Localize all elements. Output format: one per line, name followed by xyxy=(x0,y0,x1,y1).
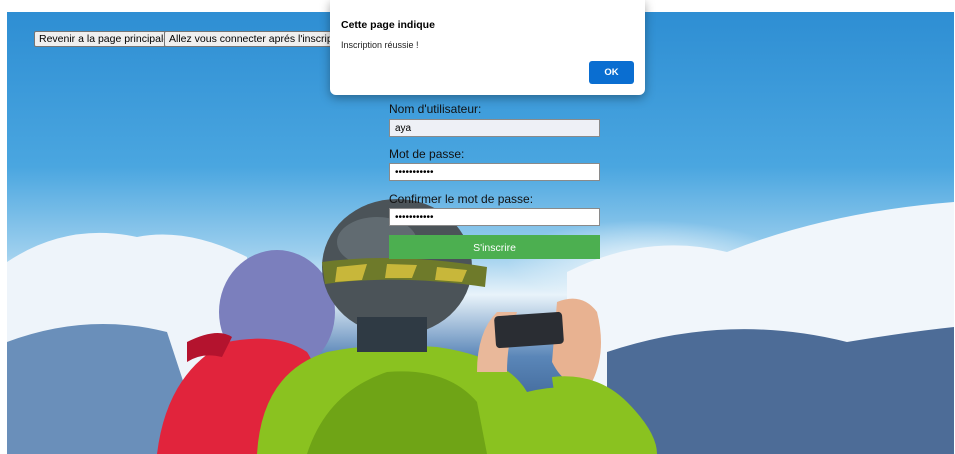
confirm-password-label: Confirmer le mot de passe: xyxy=(389,192,534,206)
phone xyxy=(494,311,564,349)
username-label: Nom d'utilisateur: xyxy=(389,102,482,116)
register-button[interactable]: S'inscrire xyxy=(389,235,600,259)
ok-button[interactable]: OK xyxy=(589,61,634,84)
mountain-right-shadow xyxy=(607,327,954,454)
person-main-neck xyxy=(357,317,427,352)
dialog-title: Cette page indique xyxy=(341,19,435,31)
alert-dialog: Cette page indique Inscription réussie !… xyxy=(330,0,645,95)
password-label: Mot de passe: xyxy=(389,147,465,161)
username-field[interactable]: aya xyxy=(389,119,600,137)
password-field[interactable]: ••••••••••• xyxy=(389,163,600,181)
back-to-home-button[interactable]: Revenir a la page principale xyxy=(34,31,175,47)
go-to-login-button[interactable]: Allez vous connecter aprés l'inscription xyxy=(164,31,355,47)
confirm-password-field[interactable]: ••••••••••• xyxy=(389,208,600,226)
dialog-message: Inscription réussie ! xyxy=(341,40,419,50)
